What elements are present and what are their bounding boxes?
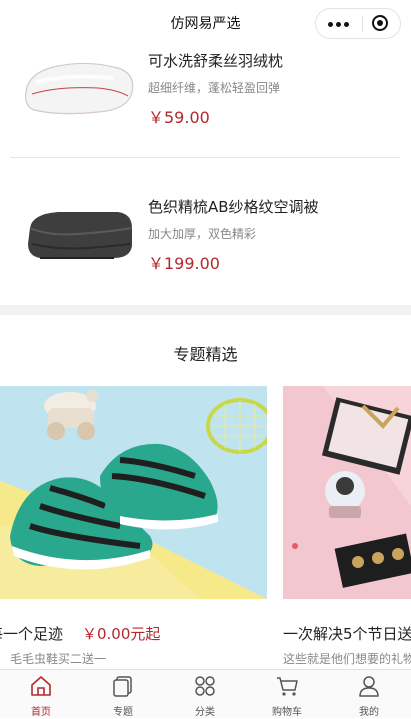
tab-mine[interactable]: 我的 <box>328 670 410 719</box>
topic-icon <box>113 676 132 697</box>
topic-name: 每一个足迹 <box>0 625 64 643</box>
section-title: 专题精选 <box>173 345 238 364</box>
mini-program-capsule <box>315 8 401 39</box>
more-menu-icon[interactable] <box>328 22 350 28</box>
product-price: ￥199.00 <box>148 254 220 273</box>
topic-price: ￥0.00元起 <box>82 625 161 643</box>
tab-label: 专题 <box>113 707 133 718</box>
topic-name: 一次解决5个节日送 <box>283 625 411 643</box>
topic-card[interactable]: 一次解决5个节日送 这些就是他们想要的礼物 <box>283 386 411 668</box>
tab-label: 首页 <box>31 707 51 718</box>
product-name: 色织精梳AB纱格纹空调被 <box>148 198 319 216</box>
topic-image-gifts <box>283 386 411 599</box>
topic-desc: 这些就是他们想要的礼物 <box>283 652 411 666</box>
topic-image-shoes <box>0 386 267 599</box>
tab-bar: 首页 专题 分类 购物车 我的 <box>0 669 411 718</box>
product-item[interactable]: 可水洗舒柔丝羽绒枕 超细纤维，蓬松轻盈回弹 ￥59.00 <box>0 44 411 154</box>
user-icon <box>359 676 379 697</box>
topic-desc: 毛毛虫鞋买二送一 <box>10 652 107 666</box>
product-desc: 超细纤维，蓬松轻盈回弹 <box>148 81 281 95</box>
divider <box>10 157 400 158</box>
capsule-separator <box>362 16 363 32</box>
quilt-image <box>28 212 133 259</box>
tab-label: 我的 <box>359 707 379 718</box>
top-bar: 仿网易严选 <box>0 0 411 44</box>
close-mini-program-icon[interactable] <box>372 15 388 31</box>
topic-card[interactable]: 每一个足迹 ￥0.00元起 毛毛虫鞋买二送一 <box>0 386 267 668</box>
tab-label: 分类 <box>195 707 215 718</box>
product-name: 可水洗舒柔丝羽绒枕 <box>148 52 284 70</box>
product-desc: 加大加厚，双色精彩 <box>148 227 257 241</box>
section-gap <box>0 305 411 315</box>
cart-icon <box>277 677 298 696</box>
product-item[interactable]: 色织精梳AB纱格纹空调被 加大加厚，双色精彩 ￥199.00 <box>0 190 411 300</box>
tab-cart[interactable]: 购物车 <box>246 670 328 719</box>
pillow-image <box>25 62 134 115</box>
product-price: ￥59.00 <box>148 108 210 127</box>
tab-label: 购物车 <box>272 707 302 718</box>
tab-topic[interactable]: 专题 <box>82 670 164 719</box>
category-icon <box>195 676 215 696</box>
tab-category[interactable]: 分类 <box>164 670 246 719</box>
tab-home[interactable]: 首页 <box>0 670 82 719</box>
home-icon <box>31 676 51 696</box>
